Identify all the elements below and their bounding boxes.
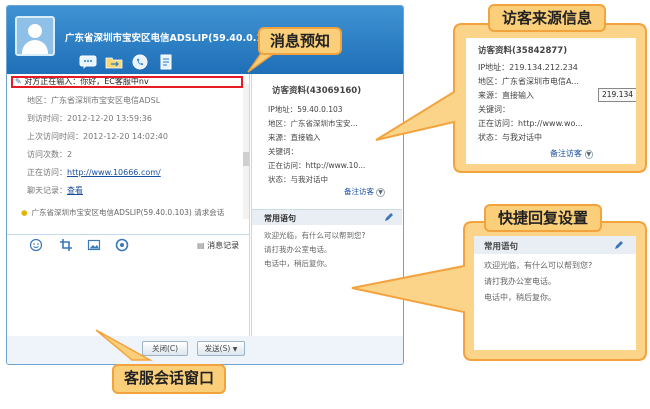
chat-record-label: 聊天记录：	[27, 186, 67, 195]
image-icon[interactable]	[87, 238, 101, 252]
session-request-text: 广东省深圳市宝安区电信ADSLIP(59.40.0.103) 请求会话	[31, 208, 225, 217]
scrollbar-thumb[interactable]	[243, 152, 249, 166]
zoom-visitor-source: 来源：直接输入	[478, 91, 534, 100]
zoom-quick-reply-header: 常用语句	[474, 236, 636, 254]
zoom-remark-visitor-link[interactable]: 备注访客 ▼	[550, 148, 594, 159]
session-request: ● 广东省深圳市宝安区电信ADSLIP(59.40.0.103) 请求会话	[21, 207, 224, 218]
close-button[interactable]: 关闭(C)	[142, 341, 188, 356]
zoom-visitor-keyword: 关键词：	[478, 105, 510, 114]
remark-visitor-link[interactable]: 备注访客 ▼	[344, 186, 385, 197]
visitor-source-callout: 访客来源信息	[488, 4, 606, 32]
chevron-down-icon: ▼	[584, 150, 594, 159]
zoom-quick-reply-item[interactable]: 欢迎光临，有什么可以帮到您?	[484, 260, 592, 271]
arrival-time: 到访时间：2012-12-20 13:59:36	[27, 114, 152, 123]
visiting-url-link[interactable]: http://www.10666.com/	[67, 168, 161, 177]
phone-icon[interactable]	[131, 54, 149, 70]
quick-reply-callout: 快捷回复设置	[484, 204, 602, 232]
screenshot-crop-icon[interactable]	[59, 238, 73, 252]
emoji-icon[interactable]	[29, 238, 43, 252]
visitor-source: 来源：直接输入	[268, 133, 321, 142]
visitor-status: 状态：与我对话中	[268, 175, 328, 184]
zoom-quick-reply-item[interactable]: 电话中，稍后复你。	[484, 292, 556, 303]
quick-reply-item[interactable]: 欢迎光临，有什么可以帮到您?	[264, 230, 365, 241]
chat-record-link[interactable]: 查看	[67, 186, 83, 195]
notice-callout: 消息预知	[258, 27, 342, 55]
chat-record-row: 聊天记录：查看	[27, 185, 83, 196]
quick-reply-title: 常用语句	[264, 214, 296, 223]
folder-transfer-icon[interactable]	[105, 54, 123, 70]
quick-reply-item[interactable]: 电话中，稍后复你。	[264, 258, 332, 269]
visiting-label: 正在访问：	[27, 168, 67, 177]
chat-window-callout: 客服会话窗口	[112, 364, 226, 394]
window-header: 广东省深圳市宝安区电信ADSLIP(59.40.0.103)	[7, 6, 403, 74]
visitor-source-zoom: 访客资料(35842877) IP地址：219.134.212.234 地区：广…	[466, 38, 636, 164]
visitor-keyword: 关键词：	[268, 147, 298, 156]
history-scrollbar[interactable]	[243, 84, 249, 219]
pencil-icon: ✎	[15, 77, 22, 86]
zoom-visitor-visiting: 正在访问：http://www.wo...	[478, 119, 583, 128]
chevron-down-icon[interactable]: ▼	[233, 346, 238, 353]
quick-reply-zoom: 常用语句 欢迎光临，有什么可以帮到您? 请打我办公室电话。 电话中，稍后复你。	[474, 236, 636, 350]
remark-visitor-label: 备注访客	[344, 187, 374, 196]
history-clock-icon[interactable]	[115, 238, 129, 252]
visiting-row: 正在访问：http://www.10666.com/	[27, 167, 161, 178]
chat-bubble-icon[interactable]	[79, 54, 97, 70]
lightbulb-icon: ●	[21, 208, 28, 217]
visitor-info-pane: 访客资料(43069160) IP地址：59.40.0.103 地区：广东省深圳…	[251, 74, 403, 336]
message-record-label: 消息记录	[207, 241, 240, 250]
message-record-icon: ▤	[197, 241, 205, 250]
typing-indicator: ✎ 对方正在输入：你好，EC客服中nv	[11, 76, 243, 88]
quick-reply-item[interactable]: 请打我办公室电话。	[264, 244, 332, 255]
header-toolbar	[79, 54, 175, 70]
visitor-avatar	[15, 16, 55, 56]
edit-pencil-icon[interactable]	[384, 212, 394, 222]
typing-text: 对方正在输入：你好，EC客服中nv	[24, 77, 149, 86]
message-input[interactable]	[7, 254, 250, 336]
zoom-quick-reply-item[interactable]: 请打我办公室电话。	[484, 276, 556, 287]
zoom-visitor-title: 访客资料(35842877)	[478, 46, 568, 56]
message-record-button[interactable]: ▤ 消息记录	[197, 240, 239, 251]
zoom-visitor-region: 地区：广东省深圳市电信A...	[478, 77, 579, 86]
visitor-profile-title: 访客资料(43069160)	[272, 86, 362, 96]
zoom-visitor-status: 状态：与我对话中	[478, 133, 542, 142]
quick-reply-header: 常用语句	[252, 209, 402, 225]
visitor-region-short: 地区：广东省深圳市宝安...	[268, 119, 358, 128]
visitor-visiting: 正在访问：http://www.10...	[268, 161, 366, 170]
visit-count: 访问次数：2	[27, 150, 73, 159]
last-visit-time: 上次访问时间：2012-12-20 14:02:40	[27, 132, 168, 141]
window-title: 广东省深圳市宝安区电信ADSLIP(59.40.0.103)	[65, 33, 281, 44]
ip-tooltip: 219.134	[598, 88, 636, 102]
chat-history-pane: ✎ 对方正在输入：你好，EC客服中nv 地区：广东省深圳市宝安区电信ADSL 到…	[7, 74, 250, 234]
visitor-ip: IP地址：59.40.0.103	[268, 105, 343, 114]
visitor-region: 地区：广东省深圳市宝安区电信ADSL	[27, 96, 161, 105]
zoom-visitor-ip: IP地址：219.134.212.234	[478, 63, 578, 72]
chevron-down-icon: ▼	[376, 188, 385, 197]
send-button-label: 发送(S)	[204, 344, 231, 353]
bottom-bar: 关闭(C) 发送(S) ▼	[7, 336, 403, 364]
input-toolbar: ▤ 消息记录	[7, 234, 250, 254]
zoom-remark-label: 备注访客	[550, 149, 582, 158]
document-icon[interactable]	[157, 54, 175, 70]
chat-window: 广东省深圳市宝安区电信ADSLIP(59.40.0.103) ✎ 对方正在输入：…	[6, 5, 404, 365]
edit-pencil-icon[interactable]	[614, 240, 624, 250]
send-button[interactable]: 发送(S) ▼	[197, 341, 245, 356]
zoom-quick-reply-title: 常用语句	[484, 242, 519, 252]
